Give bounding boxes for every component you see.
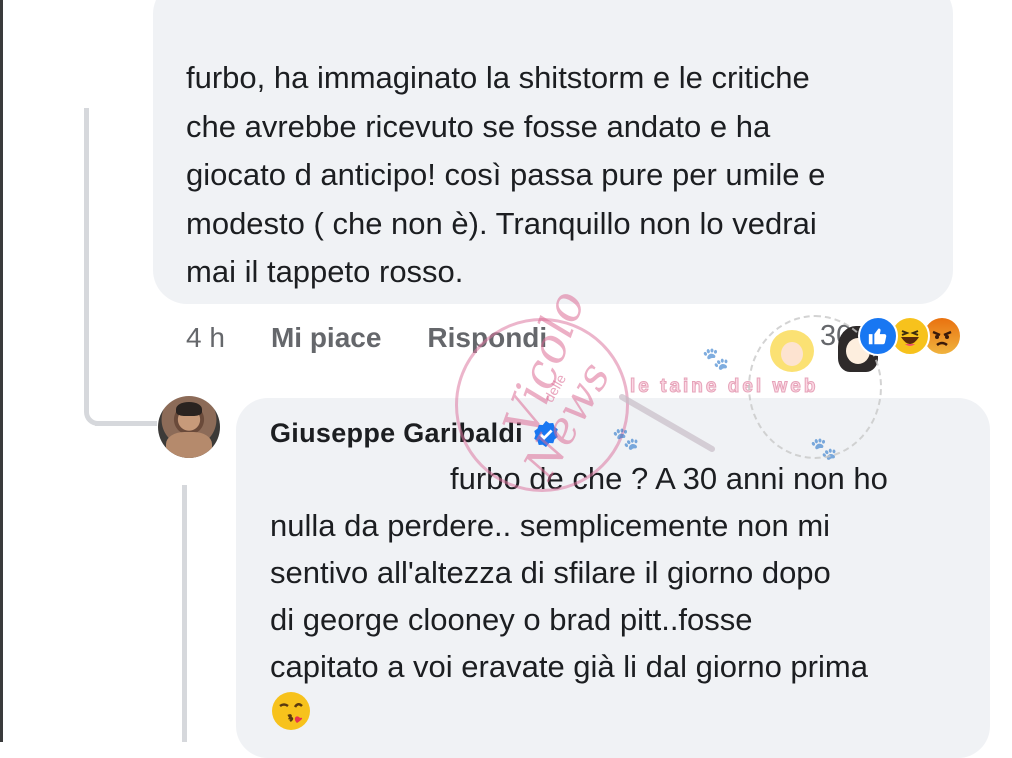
kissing-wink-icon [272,692,310,730]
comment-actions: 4 h Mi piace Rispondi [186,318,547,358]
verified-badge-icon [534,420,558,447]
like-icon [858,316,899,356]
paw-icon: 🐾 [702,346,730,371]
reply-first-line: furbo de che ? A 30 anni non ho [450,461,888,496]
reply-author: Giuseppe Garibaldi [270,418,561,449]
window-edge [0,0,3,742]
thread-connector [95,421,157,426]
reply-button[interactable]: Rispondi [427,322,547,354]
comment-text: furbo, ha immaginato la shitstorm e le c… [186,60,826,289]
comment-timestamp[interactable]: 4 h [186,322,225,354]
reply-thread-line [182,485,187,742]
reply-body: nulla da perdere.. semplicemente non mi … [270,508,868,684]
like-button[interactable]: Mi piace [271,322,381,354]
reply-text: furbo de che ? A 30 anni non ho nulla da … [270,455,980,690]
paw-icon: 🐾 [612,426,640,451]
author-name[interactable]: Giuseppe Garibaldi [270,418,523,449]
avatar[interactable] [158,396,220,458]
thread-line [84,108,98,426]
